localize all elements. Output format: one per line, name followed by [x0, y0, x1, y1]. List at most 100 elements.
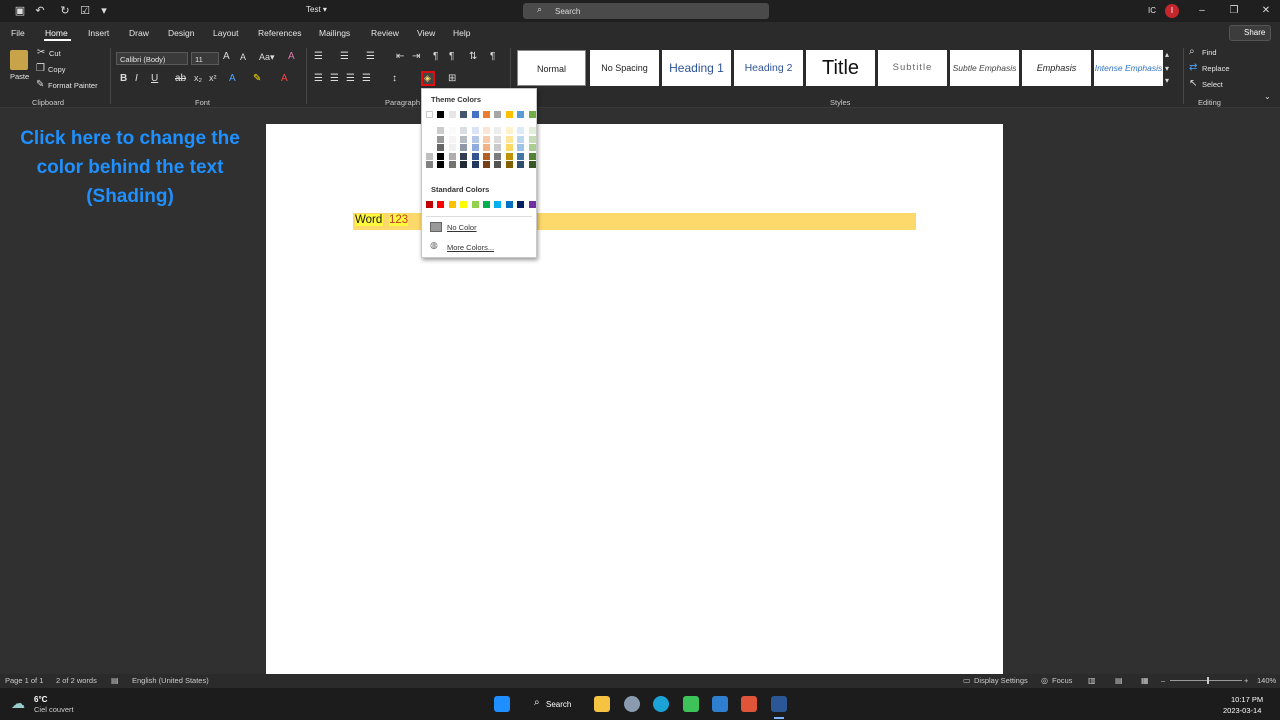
theme-color-shade[interactable]: [505, 127, 513, 134]
theme-color-shade[interactable]: [483, 135, 490, 143]
standard-color-swatch[interactable]: [483, 201, 490, 208]
align-center-icon[interactable]: ☰: [330, 73, 339, 84]
weather-desc[interactable]: Ciel couvert: [34, 705, 74, 714]
no-color-option[interactable]: No Color: [447, 223, 477, 232]
redo-icon[interactable]: ↻: [58, 4, 72, 18]
more-colors-option[interactable]: More Colors...: [447, 243, 494, 252]
theme-color-swatch[interactable]: [460, 111, 468, 118]
notepad-icon[interactable]: [712, 696, 728, 712]
tab-design[interactable]: Design: [168, 28, 194, 38]
style-intense-emphasis[interactable]: Intense Emphasis: [1094, 50, 1163, 86]
taskbar-search[interactable]: ⌕ Search: [526, 696, 578, 712]
theme-color-shade[interactable]: [426, 144, 433, 151]
clear-formatting-icon[interactable]: A: [288, 51, 295, 62]
standard-color-swatch[interactable]: [471, 201, 479, 208]
standard-color-swatch[interactable]: [494, 201, 502, 208]
zoom-slider[interactable]: [1170, 680, 1242, 681]
standard-color-swatch[interactable]: [505, 201, 513, 208]
theme-color-swatch[interactable]: [471, 111, 479, 118]
style-subtitle[interactable]: Subtitle: [878, 50, 947, 86]
highlight-icon[interactable]: ✎: [253, 73, 261, 84]
theme-color-shade[interactable]: [528, 144, 536, 151]
theme-color-shade[interactable]: [460, 161, 468, 168]
tab-mailings[interactable]: Mailings: [319, 28, 350, 38]
style-subtle-emphasis[interactable]: Subtle Emphasis: [950, 50, 1019, 86]
rtl-icon[interactable]: ¶: [449, 51, 454, 62]
theme-color-shade[interactable]: [505, 152, 513, 160]
theme-color-shade[interactable]: [437, 144, 445, 151]
cut-button[interactable]: Cut: [49, 49, 61, 58]
theme-color-shade[interactable]: [471, 135, 479, 143]
tab-review[interactable]: Review: [371, 28, 399, 38]
read-mode-icon[interactable]: ▥: [1088, 676, 1096, 685]
word-count[interactable]: 2 of 2 words: [56, 676, 97, 685]
theme-color-shade[interactable]: [483, 127, 490, 134]
close-icon[interactable]: ✕: [1258, 3, 1274, 19]
text-effects-icon[interactable]: A: [229, 73, 236, 84]
zoom-in-icon[interactable]: +: [1244, 676, 1248, 685]
paste-icon[interactable]: [10, 50, 28, 70]
underline-icon[interactable]: U: [151, 73, 158, 84]
font-color-icon[interactable]: A: [281, 73, 288, 84]
theme-color-shade[interactable]: [448, 152, 456, 160]
avatar[interactable]: I: [1165, 4, 1179, 18]
theme-color-swatch[interactable]: [517, 111, 525, 118]
tab-view[interactable]: View: [417, 28, 435, 38]
find-button[interactable]: Find: [1202, 48, 1217, 57]
theme-color-swatch[interactable]: [448, 111, 456, 118]
theme-color-swatch[interactable]: [505, 111, 513, 118]
bold-icon[interactable]: B: [120, 73, 127, 84]
borders-icon[interactable]: ⊞: [448, 73, 456, 84]
theme-color-shade[interactable]: [460, 152, 468, 160]
undo-icon[interactable]: ↶: [33, 4, 47, 18]
subscript-icon[interactable]: x₂: [194, 73, 202, 83]
theme-color-shade[interactable]: [437, 135, 445, 143]
theme-color-shade[interactable]: [517, 152, 525, 160]
share-button[interactable]: Share: [1229, 25, 1271, 41]
document-number[interactable]: 123: [389, 214, 409, 226]
styles-scroll-down-icon[interactable]: ▾: [1165, 64, 1169, 73]
theme-color-shade[interactable]: [517, 135, 525, 143]
theme-color-shade[interactable]: [505, 161, 513, 168]
tab-draw[interactable]: Draw: [129, 28, 149, 38]
strikethrough-icon[interactable]: ab: [175, 73, 186, 84]
numbering-icon[interactable]: ☰: [340, 51, 349, 62]
camtasia-icon[interactable]: [683, 696, 699, 712]
theme-color-shade[interactable]: [505, 135, 513, 143]
tab-help[interactable]: Help: [453, 28, 470, 38]
theme-color-shade[interactable]: [494, 127, 502, 134]
superscript-icon[interactable]: x²: [209, 73, 217, 83]
windows-start-icon[interactable]: [494, 696, 510, 712]
theme-color-shade[interactable]: [517, 161, 525, 168]
theme-color-shade[interactable]: [528, 152, 536, 160]
tab-insert[interactable]: Insert: [88, 28, 109, 38]
theme-color-shade[interactable]: [426, 161, 433, 168]
focus-button[interactable]: Focus: [1052, 676, 1072, 685]
display-settings-button[interactable]: Display Settings: [974, 676, 1028, 685]
document-page[interactable]: [266, 124, 1003, 674]
replace-icon[interactable]: ⇄: [1189, 62, 1197, 73]
print-layout-icon[interactable]: ▤: [1115, 676, 1123, 685]
theme-color-shade[interactable]: [437, 127, 445, 134]
copy-icon[interactable]: ❐: [36, 63, 45, 74]
theme-color-shade[interactable]: [483, 144, 490, 151]
tab-layout[interactable]: Layout: [213, 28, 239, 38]
theme-color-shade[interactable]: [426, 135, 433, 143]
line-spacing-icon[interactable]: ↕: [392, 73, 397, 84]
weather-temp[interactable]: 6°C: [34, 695, 47, 704]
italic-icon[interactable]: I: [135, 73, 138, 84]
style-title[interactable]: Title: [806, 50, 875, 86]
increase-indent-icon[interactable]: ⇥: [412, 51, 420, 62]
theme-color-shade[interactable]: [448, 144, 456, 151]
bullets-icon[interactable]: ☰: [314, 51, 323, 62]
paste-button[interactable]: Paste: [10, 72, 29, 81]
theme-color-shade[interactable]: [528, 161, 536, 168]
standard-color-swatch[interactable]: [517, 201, 525, 208]
grow-font-icon[interactable]: A: [223, 51, 230, 62]
theme-color-shade[interactable]: [494, 161, 502, 168]
customize-icon[interactable]: ☑: [78, 4, 92, 18]
minimize-icon[interactable]: –: [1194, 3, 1210, 19]
page-count[interactable]: Page 1 of 1: [5, 676, 43, 685]
proofing-icon[interactable]: ▤: [111, 676, 119, 685]
word-app-icon[interactable]: [771, 696, 787, 712]
